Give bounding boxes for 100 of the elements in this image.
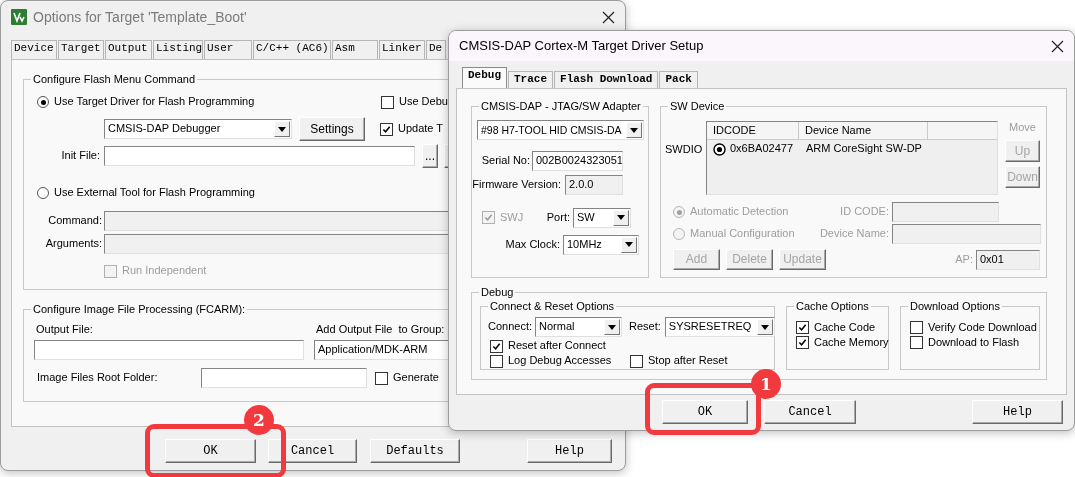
checkbox[interactable] (910, 336, 923, 349)
dropdown[interactable]: SW (573, 207, 631, 228)
tab[interactable]: Asm (332, 40, 378, 59)
label: Port: (545, 210, 570, 225)
tab[interactable]: Pack (659, 71, 698, 88)
checkbox-label: Cache Code (814, 320, 876, 335)
button[interactable]: Cancel (268, 439, 357, 463)
dropdown[interactable]: #98 H7-TOOL HID CMSIS-DA (477, 120, 644, 140)
label: Add Output File to Group: (316, 323, 445, 337)
label: Reset: (629, 320, 661, 334)
serial-field[interactable]: 002B0024323051 (532, 151, 623, 171)
table-cell: 0x6BA02477 (730, 142, 793, 156)
checkbox-label: Verify Code Download (928, 320, 1037, 335)
check-icon (492, 341, 501, 351)
button[interactable]: Settings (299, 117, 365, 141)
checkbox[interactable] (375, 371, 388, 385)
button[interactable]: OK (662, 400, 748, 424)
check-icon (484, 213, 493, 222)
tab[interactable]: Linker (379, 40, 425, 59)
version-field[interactable]: 2.0.0 (565, 175, 623, 195)
input-field[interactable] (892, 224, 1041, 244)
checkbox[interactable] (796, 336, 809, 349)
label: SWDIO (664, 143, 704, 157)
checkbox-label: Download to Flash (928, 335, 1020, 350)
button[interactable]: Defaults (370, 439, 460, 463)
tab[interactable]: Listing (153, 40, 203, 59)
dropdown[interactable]: SYSRESETREQ (664, 317, 775, 337)
group-title: Connect & Reset Options (488, 299, 617, 313)
group-title: CMSIS-DAP - JTAG/SW Adapter (479, 99, 643, 113)
window-title: CMSIS-DAP Cortex-M Target Driver Setup (459, 38, 704, 54)
label: Max Clock: (504, 237, 560, 252)
checkbox[interactable] (490, 339, 503, 353)
radio-button[interactable] (37, 96, 49, 108)
close-icon[interactable] (1051, 39, 1064, 53)
column-header: Device Name (799, 122, 928, 139)
input-field[interactable] (104, 146, 415, 166)
checkbox-label: Update T (398, 122, 444, 136)
tab[interactable]: Target (58, 40, 104, 59)
button[interactable]: Help (527, 439, 612, 463)
button[interactable]: OK (165, 439, 256, 463)
radio-label: Use Target Driver for Flash Programming (54, 95, 255, 109)
group-title: Debug (479, 285, 516, 299)
ap-field[interactable]: 0x01 (976, 249, 1040, 270)
checkbox[interactable] (381, 95, 394, 109)
label: ID CODE: (839, 205, 889, 219)
tab[interactable]: C/C++ (AC6) (253, 40, 331, 59)
input-field[interactable] (892, 202, 999, 222)
dropdown[interactable]: Normal (535, 317, 623, 337)
group-title: SW Device (668, 99, 727, 113)
label: Device Name: (819, 227, 889, 241)
button[interactable]: Help (972, 400, 1063, 424)
label: Arguments: (44, 237, 102, 251)
group-title: Configure Image File Processing (FCARM): (31, 302, 248, 316)
label: Move (1009, 121, 1036, 135)
checkbox[interactable] (910, 321, 923, 334)
checkbox-label: Use Debu (399, 95, 448, 109)
group-title: Configure Flash Menu Command (31, 72, 198, 86)
label: Image Files Root Folder: (37, 371, 159, 385)
checkbox[interactable] (380, 122, 393, 136)
button[interactable]: ... (422, 144, 438, 168)
checkbox[interactable] (490, 354, 503, 368)
checkbox-label: Run Independent (122, 264, 207, 278)
dropdown[interactable]: CMSIS-DAP Debugger (104, 119, 292, 139)
group-title: Cache Options (794, 299, 871, 313)
dropdown[interactable]: 10MHz (563, 234, 639, 255)
app-icon (11, 9, 27, 25)
tab[interactable]: Flash Download (554, 71, 659, 88)
input-field[interactable] (201, 368, 367, 388)
label: Command: (47, 214, 102, 228)
checkbox-label: Stop after Reset (648, 354, 728, 368)
window-title: Options for Target 'Template_Boot' (33, 8, 247, 26)
radio-button[interactable] (713, 142, 726, 156)
label: Serial No: (480, 154, 530, 168)
radio-label: Manual Configuration (690, 227, 795, 241)
column-header: IDCODE (707, 122, 799, 139)
radio-label: Automatic Detection (690, 205, 789, 219)
tab[interactable]: Device (11, 40, 57, 59)
close-icon[interactable] (602, 10, 615, 24)
label: Init File: (60, 149, 100, 163)
checkbox[interactable] (796, 321, 809, 334)
checkbox[interactable] (630, 354, 643, 368)
tab[interactable]: Debug (462, 67, 507, 88)
label: AP: (955, 252, 973, 267)
tab[interactable]: Trace (508, 71, 554, 88)
checkbox-label: Generate (393, 371, 439, 385)
input-field[interactable] (34, 340, 304, 360)
button[interactable]: Cancel (764, 400, 856, 424)
label: Firmware Version: (472, 178, 561, 192)
radio-label: Use External Tool for Flash Programming (54, 186, 255, 200)
tab[interactable]: User (204, 40, 252, 59)
label: Output File: (36, 323, 94, 337)
label: Connect: (488, 320, 533, 334)
table-cell-text: ARM CoreSight SW-DP (805, 142, 922, 156)
tab[interactable]: Output (105, 40, 152, 59)
checkbox-label: SWJ (500, 210, 524, 225)
radio-button[interactable] (37, 187, 49, 199)
tab[interactable]: De (426, 40, 446, 59)
check-icon (382, 124, 391, 134)
group-title: Download Options (908, 299, 1002, 313)
checkbox-label: Cache Memory (814, 335, 889, 350)
